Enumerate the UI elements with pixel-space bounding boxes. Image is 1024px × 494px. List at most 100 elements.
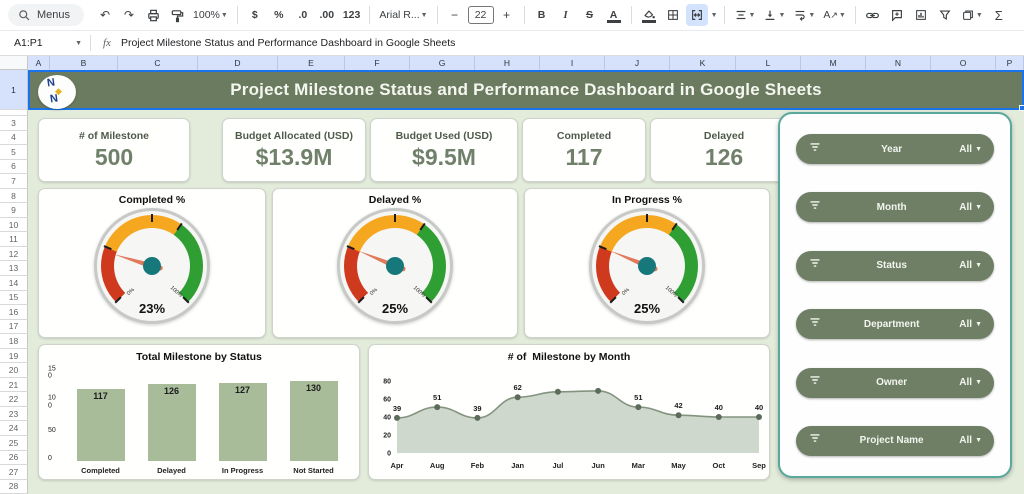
column-header-F[interactable]: F: [345, 56, 410, 70]
column-header-B[interactable]: B: [50, 56, 118, 70]
redo-button[interactable]: ↷: [118, 4, 140, 26]
column-header-N[interactable]: N: [866, 56, 931, 70]
merge-cells-button[interactable]: [686, 4, 708, 26]
row-header-20[interactable]: 20: [0, 363, 28, 378]
column-header-C[interactable]: C: [118, 56, 198, 70]
row-header-19[interactable]: 19: [0, 349, 28, 364]
create-filter-button[interactable]: [934, 4, 956, 26]
strikethrough-button[interactable]: S: [579, 4, 601, 26]
row-header-10[interactable]: 10: [0, 218, 28, 233]
row-header-11[interactable]: 11: [0, 232, 28, 247]
borders-button[interactable]: [662, 4, 684, 26]
column-header-L[interactable]: L: [736, 56, 801, 70]
filter-pill-status[interactable]: StatusAll▼: [796, 251, 994, 281]
row-header-4[interactable]: 4: [0, 131, 28, 146]
insert-link-button[interactable]: [862, 4, 884, 26]
row-header-13[interactable]: 13: [0, 261, 28, 276]
data-point[interactable]: [515, 394, 521, 400]
format-percent-button[interactable]: %: [268, 4, 290, 26]
selection-fill-handle[interactable]: [1019, 105, 1024, 111]
bold-button[interactable]: B: [531, 4, 553, 26]
row-header-8[interactable]: 8: [0, 189, 28, 204]
table-views-button[interactable]: ▼: [958, 4, 986, 26]
insert-comment-button[interactable]: [886, 4, 908, 26]
kpi-card-2[interactable]: Budget Used (USD)$9.5M: [370, 118, 518, 182]
area-chart-card[interactable]: # of Milestone by Month 80604020039Apr51…: [368, 344, 770, 480]
data-point[interactable]: [555, 389, 561, 395]
horizontal-align-button[interactable]: ▼: [731, 4, 759, 26]
column-header-K[interactable]: K: [670, 56, 736, 70]
bar[interactable]: 117: [77, 389, 125, 461]
formula-input[interactable]: Project Milestone Status and Performance…: [121, 37, 1024, 49]
data-point[interactable]: [716, 414, 722, 420]
row-header-5[interactable]: 5: [0, 145, 28, 160]
zoom-select[interactable]: 100%▼: [190, 4, 231, 26]
filter-pill-month[interactable]: MonthAll▼: [796, 192, 994, 222]
row-header-7[interactable]: 7: [0, 174, 28, 189]
gauge-card-1[interactable]: Delayed %0%100%25%: [272, 188, 518, 338]
column-header-H[interactable]: H: [475, 56, 540, 70]
column-header-P[interactable]: P: [996, 56, 1024, 70]
column-header-O[interactable]: O: [931, 56, 996, 70]
row-header-6[interactable]: 6: [0, 160, 28, 175]
name-box[interactable]: A1:P1 ▼: [0, 37, 90, 49]
italic-button[interactable]: I: [555, 4, 577, 26]
more-formats-button[interactable]: 123: [340, 4, 364, 26]
vertical-align-button[interactable]: ▼: [760, 4, 788, 26]
text-wrap-button[interactable]: ▼: [790, 4, 818, 26]
filter-pill-department[interactable]: DepartmentAll▼: [796, 309, 994, 339]
decrease-decimal-button[interactable]: .0: [292, 4, 314, 26]
merge-cells-caret[interactable]: ▼: [711, 12, 718, 19]
row-header-26[interactable]: 26: [0, 451, 28, 466]
menus-button[interactable]: Menus: [8, 4, 84, 26]
font-size-input[interactable]: 22: [468, 6, 494, 24]
data-point[interactable]: [595, 388, 601, 394]
data-point[interactable]: [676, 412, 682, 418]
row-header-17[interactable]: 17: [0, 320, 28, 335]
insert-chart-button[interactable]: [910, 4, 932, 26]
data-point[interactable]: [394, 415, 400, 421]
row-header-24[interactable]: 24: [0, 421, 28, 436]
print-button[interactable]: [142, 4, 164, 26]
kpi-card-4[interactable]: Delayed126: [650, 118, 798, 182]
column-header-D[interactable]: D: [198, 56, 278, 70]
row-header-23[interactable]: 23: [0, 407, 28, 422]
row-header-21[interactable]: 21: [0, 378, 28, 393]
gauge-card-0[interactable]: Completed %0%100%23%: [38, 188, 266, 338]
format-currency-button[interactable]: $: [244, 4, 266, 26]
column-header-J[interactable]: J: [605, 56, 670, 70]
decrease-font-size-button[interactable]: −: [444, 4, 466, 26]
row-header-18[interactable]: 18: [0, 334, 28, 349]
paint-format-button[interactable]: [166, 4, 188, 26]
filter-pill-project-name[interactable]: Project NameAll▼: [796, 426, 994, 456]
row-header-9[interactable]: 9: [0, 203, 28, 218]
kpi-card-3[interactable]: Completed117: [522, 118, 646, 182]
data-point[interactable]: [434, 404, 440, 410]
row-header-15[interactable]: 15: [0, 291, 28, 306]
bar[interactable]: 130: [290, 381, 338, 461]
column-header-A[interactable]: A: [28, 56, 50, 70]
gauge-card-2[interactable]: In Progress %0%100%25%: [524, 188, 770, 338]
kpi-card-0[interactable]: # of Milestone500: [38, 118, 190, 182]
text-color-button[interactable]: A: [603, 4, 625, 26]
row-header-12[interactable]: 12: [0, 247, 28, 262]
column-header-G[interactable]: G: [410, 56, 475, 70]
row-header-16[interactable]: 16: [0, 305, 28, 320]
row-header-27[interactable]: 27: [0, 465, 28, 480]
filter-pill-year[interactable]: YearAll▼: [796, 134, 994, 164]
text-rotation-button[interactable]: A↗▼: [820, 4, 849, 26]
increase-decimal-button[interactable]: .00: [316, 4, 338, 26]
bar-chart-card[interactable]: Total Milestone by Status 150 100 50 0 1…: [38, 344, 360, 480]
bar[interactable]: 126: [148, 384, 196, 461]
row-header-3[interactable]: 3: [0, 116, 28, 131]
select-all-corner[interactable]: [0, 56, 28, 70]
bar[interactable]: 127: [219, 383, 267, 461]
kpi-card-1[interactable]: Budget Allocated (USD)$13.9M: [222, 118, 366, 182]
undo-button[interactable]: ↶: [94, 4, 116, 26]
row-header-1[interactable]: 1: [0, 70, 28, 110]
data-point[interactable]: [474, 415, 480, 421]
data-point[interactable]: [756, 414, 762, 420]
column-header-I[interactable]: I: [540, 56, 605, 70]
row-header-25[interactable]: 25: [0, 436, 28, 451]
data-point[interactable]: [635, 404, 641, 410]
